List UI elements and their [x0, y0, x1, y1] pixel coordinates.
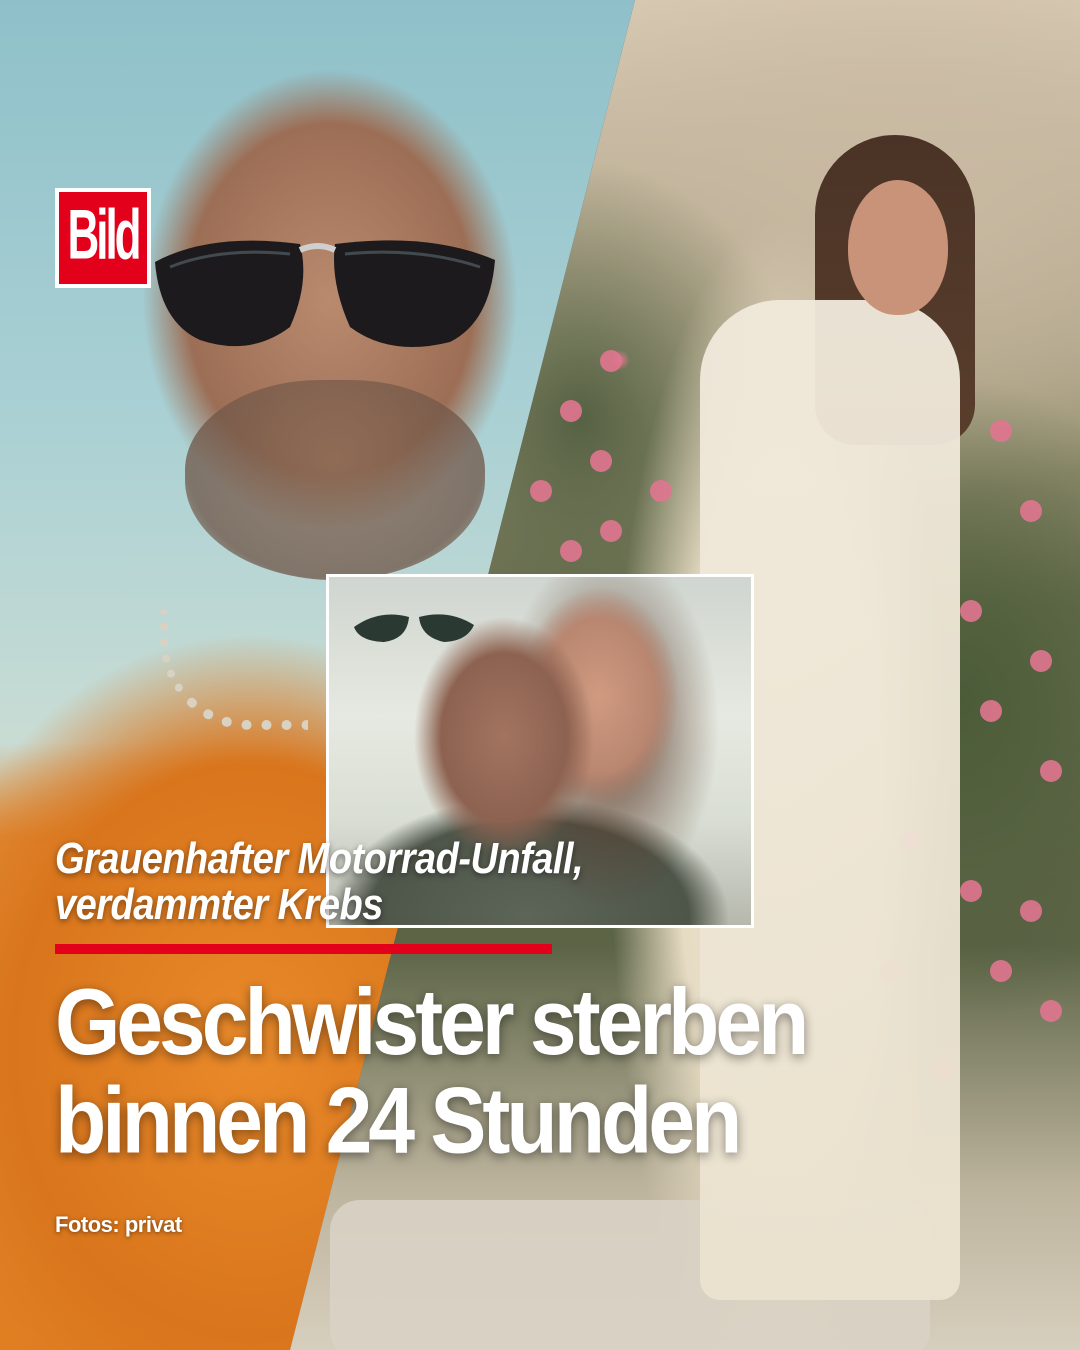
- article-headline: Geschwister sterben binnen 24 Stunden: [55, 968, 809, 1173]
- sunglasses-graphic: [155, 240, 495, 347]
- necklace-chain: [160, 610, 308, 730]
- beard-shape: [185, 380, 485, 580]
- article-kicker: Grauenhafter Motorrad-Unfall, verdammter…: [55, 834, 584, 930]
- kicker-line-2: verdammter Krebs: [55, 880, 383, 930]
- bild-logo-text: Bild: [67, 196, 141, 275]
- red-divider: [55, 944, 552, 954]
- bild-logo: Bild: [55, 188, 151, 288]
- news-card: Bild Grauenhafter Motorrad-Unfall, verda…: [0, 0, 1080, 1350]
- headline-line-1: Geschwister sterben: [55, 968, 809, 1074]
- headline-line-2: binnen 24 Stunden: [55, 1067, 742, 1173]
- sunglasses-on-head-graphic: [354, 614, 474, 642]
- photo-credit: Fotos: privat: [55, 1212, 182, 1237]
- kicker-line-1: Grauenhafter Motorrad-Unfall,: [55, 834, 584, 884]
- woman-face: [848, 180, 948, 315]
